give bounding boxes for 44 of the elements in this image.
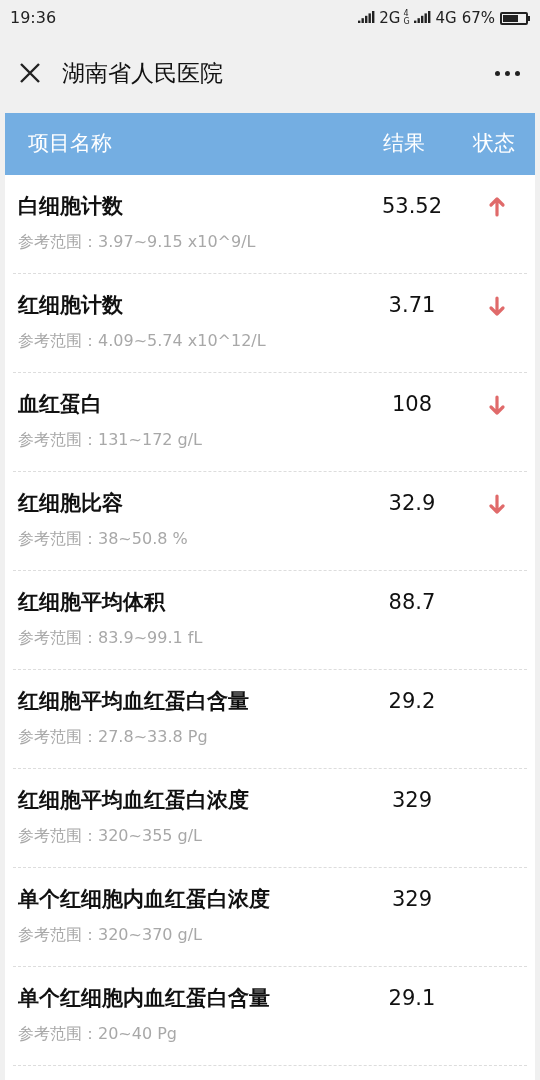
reference-range: 参考范围：3.97~9.15 x10^9/L xyxy=(18,231,257,253)
down-arrow-icon xyxy=(488,492,506,516)
signal-icon xyxy=(358,11,377,25)
result-value: 108 xyxy=(390,391,434,417)
reference-range: 参考范围：38~50.8 % xyxy=(18,528,189,550)
test-name: 单个红细胞内血红蛋白含量 xyxy=(18,985,271,1011)
column-header: 状态 xyxy=(473,130,515,158)
reference-range: 参考范围：83.9~99.1 fL xyxy=(18,627,204,649)
test-name: 红细胞平均体积 xyxy=(18,589,167,615)
reference-range: 参考范围：131~172 g/L xyxy=(18,429,204,451)
signal-icon xyxy=(414,11,433,25)
reference-range: 参考范围：27.8~33.8 Pg xyxy=(18,726,209,748)
reference-range: 参考范围：320~370 g/L xyxy=(18,924,204,946)
test-name: 血红蛋白 xyxy=(18,391,103,417)
down-arrow-icon xyxy=(488,393,506,417)
result-value: 3.71 xyxy=(387,292,437,318)
result-value: 29.1 xyxy=(387,985,437,1011)
network-label: 2G xyxy=(379,7,401,29)
column-header: 项目名称 xyxy=(28,130,113,158)
network-label: 4G xyxy=(435,7,457,29)
close-button[interactable] xyxy=(18,61,42,85)
reference-range: 参考范围：4.09~5.74 x10^12/L xyxy=(18,330,267,352)
test-name: 红细胞平均血红蛋白含量 xyxy=(18,688,250,714)
down-arrow-icon xyxy=(488,294,506,318)
column-header: 结果 xyxy=(383,130,426,158)
result-value: 329 xyxy=(390,787,434,813)
battery-percent: 67% xyxy=(461,7,495,29)
reference-range: 参考范围：320~355 g/L xyxy=(18,825,204,847)
reference-range: 参考范围：20~40 Pg xyxy=(18,1023,178,1045)
up-arrow-icon xyxy=(488,195,506,219)
test-name: 红细胞计数 xyxy=(18,292,124,318)
network-label: 4G xyxy=(403,10,411,26)
result-value: 329 xyxy=(390,886,434,912)
page-title: 湖南省人民医院 xyxy=(62,58,223,88)
battery-icon xyxy=(500,11,530,25)
result-value: 53.52 xyxy=(380,193,444,219)
test-name: 红细胞平均血红蛋白浓度 xyxy=(18,787,250,813)
test-name: 白细胞计数 xyxy=(18,193,124,219)
status-time: 19:36 xyxy=(10,7,57,29)
test-name: 单个红细胞内血红蛋白浓度 xyxy=(18,886,271,912)
test-name: 红细胞比容 xyxy=(18,490,124,516)
result-value: 29.2 xyxy=(387,688,437,714)
result-value: 88.7 xyxy=(387,589,437,615)
result-value: 32.9 xyxy=(387,490,437,516)
